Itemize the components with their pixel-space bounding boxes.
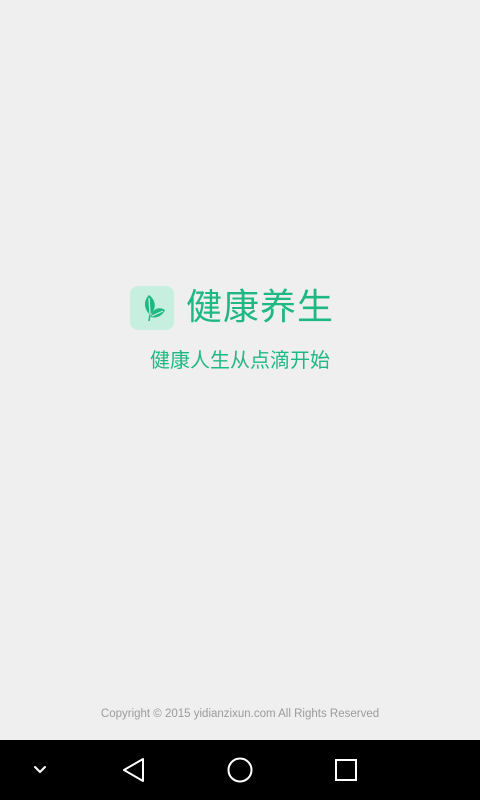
hide-keyboard-button[interactable]	[20, 740, 60, 800]
back-triangle-icon	[121, 757, 147, 783]
home-circle-icon	[226, 756, 254, 784]
recent-apps-square-icon	[334, 758, 358, 782]
home-button[interactable]	[214, 740, 266, 800]
splash-screen: 健康养生 健康人生从点滴开始 Copyright © 2015 yidianzi…	[0, 0, 480, 740]
app-logo	[130, 286, 174, 330]
brand-row: 健康养生	[130, 286, 334, 330]
leaf-icon	[137, 293, 167, 323]
app-name: 健康养生	[186, 287, 335, 328]
recent-apps-button[interactable]	[320, 740, 372, 800]
app-slogan: 健康人生从点滴开始	[150, 348, 330, 372]
system-navigation-bar	[0, 740, 480, 800]
back-button[interactable]	[108, 740, 160, 800]
copyright-text: Copyright © 2015 yidianzixun.com All Rig…	[100, 708, 380, 720]
chevron-down-icon	[33, 765, 47, 775]
